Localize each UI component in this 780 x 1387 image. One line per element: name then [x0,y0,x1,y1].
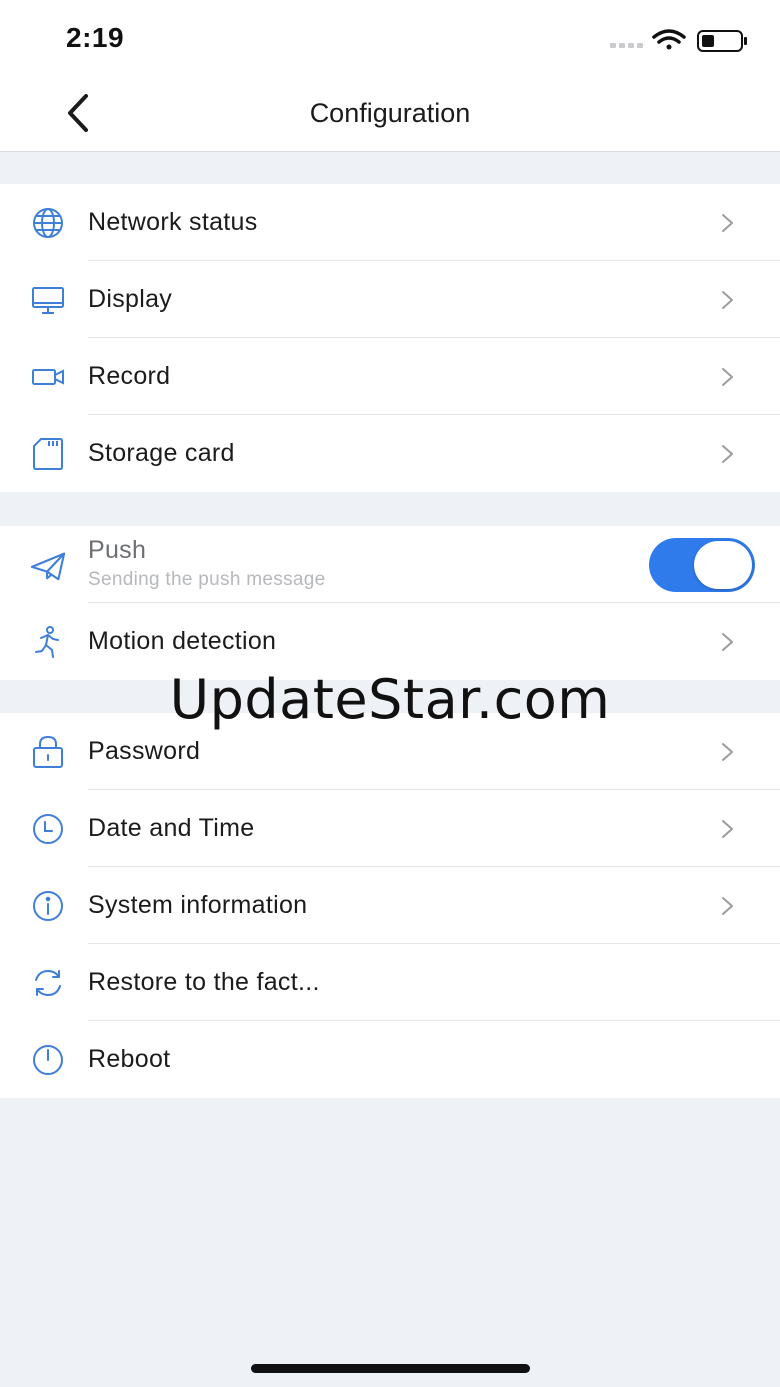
push-label: Push [88,536,147,564]
storage-card-label: Storage card [88,439,235,467]
paper-plane-icon [30,548,66,582]
settings-group-system: Password Date and Time System informatio… [0,713,780,1098]
status-time: 2:19 [66,22,125,53]
chevron-right-icon [722,897,733,915]
settings-group-device: Network status Display Record Storage ca… [0,184,780,492]
display-label: Display [88,285,173,313]
push-sublabel: Sending the push message [88,569,326,590]
chevron-right-icon [722,445,733,463]
toggle-knob [694,541,752,589]
reboot-label: Reboot [88,1045,171,1073]
display-item[interactable]: Display [0,261,780,338]
battery-icon [697,30,747,52]
info-icon [30,889,66,923]
settings-group-alarm: Push Sending the push message Motion det… [0,526,780,680]
storage-card-item[interactable]: Storage card [0,415,780,492]
watermark: UpdateStar.com [169,668,611,731]
page-title: Configuration [309,98,471,128]
globe-icon [30,206,66,240]
wifi-icon [652,29,686,50]
lock-icon [30,735,66,769]
status-bar: 2:19 [0,0,780,78]
video-camera-icon [30,360,66,394]
system-information-label: System information [88,891,308,919]
running-person-icon [30,625,66,659]
chevron-right-icon [722,633,733,651]
status-icons [610,26,750,54]
cellular-signal-icon [610,43,643,48]
network-status-item[interactable]: Network status [0,184,780,261]
network-status-label: Network status [88,208,258,236]
refresh-icon [30,966,66,1000]
record-item[interactable]: Record [0,338,780,415]
chevron-right-icon [722,743,733,761]
restore-factory-item[interactable]: Restore to the fact... [0,944,780,1021]
restore-factory-label: Restore to the fact... [88,968,320,996]
chevron-right-icon [722,291,733,309]
reboot-item[interactable]: Reboot [0,1021,780,1098]
motion-detection-label: Motion detection [88,627,277,655]
record-label: Record [88,362,171,390]
monitor-icon [30,283,66,317]
date-and-time-label: Date and Time [88,814,255,842]
date-and-time-item[interactable]: Date and Time [0,790,780,867]
password-label: Password [88,737,201,765]
chevron-right-icon [722,820,733,838]
power-icon [30,1043,66,1077]
system-information-item[interactable]: System information [0,867,780,944]
push-item: Push Sending the push message [0,526,780,603]
home-indicator[interactable] [251,1364,530,1373]
chevron-right-icon [722,368,733,386]
chevron-right-icon [722,214,733,232]
push-toggle[interactable] [649,538,755,592]
clock-icon [30,812,66,846]
sd-card-icon [30,437,66,471]
nav-bar: Configuration [0,78,780,152]
